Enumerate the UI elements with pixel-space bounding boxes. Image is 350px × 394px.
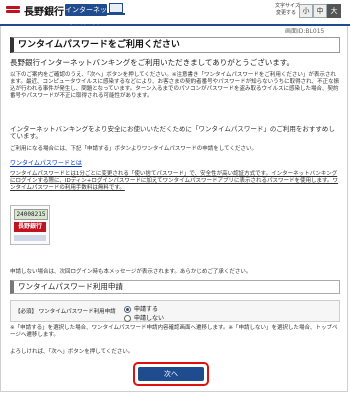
- selection-notes: ※「申請する」を選択した場合、ワンタイムパスワード申請内容確認画面へ遷移します。…: [10, 325, 338, 338]
- radio-apply[interactable]: [124, 306, 131, 313]
- token-bank-logo: 長野銀行: [14, 222, 46, 232]
- apply-form-row: 【必須】 ワンタイムパスワード利用申請 申請する 申請しない: [10, 300, 340, 322]
- header-bar: 長野銀行 インターネットバンキング 文字サイズ 変更する 小 中 大: [0, 0, 350, 38]
- skip-note: 申請しない場合は、次回ログイン時も本メッセージが表示されます。あらかじめご了承く…: [10, 269, 252, 275]
- internet-banking-badge: インターネットバンキング: [65, 4, 107, 38]
- next-button[interactable]: 次へ: [138, 367, 204, 381]
- option-no-apply[interactable]: 申請しない: [124, 313, 164, 322]
- screen-id: 画面ID:BL015: [285, 28, 325, 35]
- bank-logo-icon: [6, 6, 20, 16]
- otp-explanation: ワンタイムパスワードとは1分ごとに変更される「使い捨てパスワード」で、安全性が高…: [10, 171, 338, 191]
- font-size-small-button[interactable]: 小: [299, 4, 313, 18]
- welcome-message: 長野銀行インターネットバンキングをご利用いただきましてありがとうございます。: [10, 58, 294, 67]
- intro-paragraph: 以下のご案内をご確認のうえ、「次へ」ボタンを押してください。※注意書き「ワンタイ…: [10, 72, 340, 99]
- font-size-label: 文字サイズ 変更する: [275, 3, 300, 16]
- option-apply[interactable]: 申請する: [124, 304, 158, 313]
- laptop-icon: [107, 3, 125, 15]
- token-number-display: 24008215: [14, 209, 48, 220]
- option-apply-label: 申請する: [134, 306, 159, 313]
- next-button-highlight: 次へ: [133, 362, 209, 386]
- bank-name: 長野銀行: [24, 7, 64, 18]
- apply-instruction: ご利用になる場合には、下記「申請する」ボタンよりワンタイムパスワードの申請をして…: [10, 146, 257, 152]
- token-bar: [14, 235, 46, 241]
- otp-token-image: 24008215 長野銀行: [10, 205, 50, 245]
- recommendation-paragraph: インターネットバンキングをより安全にお使いいただくために「ワンタイムパスワード」…: [10, 125, 335, 140]
- confirm-text: よろしければ、「次へ」ボタンを押してください。: [10, 349, 134, 355]
- option-no-apply-label: 申請しない: [134, 315, 165, 322]
- page-title: ワンタイムパスワードをご利用ください: [10, 37, 340, 53]
- form-label: 【必須】 ワンタイムパスワード利用申請: [15, 309, 116, 315]
- font-size-medium-button[interactable]: 中: [313, 4, 327, 18]
- what-is-otp-link[interactable]: ワンタイムパスワードとは: [10, 158, 82, 167]
- font-size-large-button[interactable]: 大: [327, 4, 341, 18]
- radio-no-apply[interactable]: [124, 315, 131, 322]
- section-title: ワンタイムパスワード利用申請: [10, 280, 340, 294]
